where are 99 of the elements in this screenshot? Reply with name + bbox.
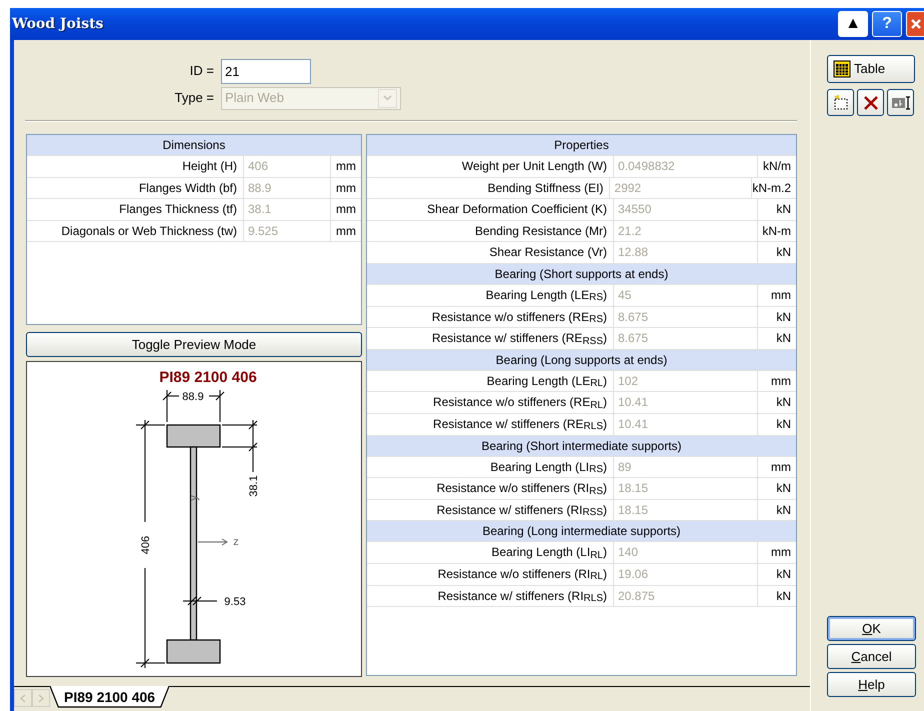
property-value: 38.1 [243,199,331,220]
section-header: Dimensions [27,135,361,156]
dialog-button[interactable]: OK [827,616,916,641]
property-value: 12.88 [613,242,758,263]
unit-label: mm [335,222,357,240]
section-header: Bearing (Long intermediate supports) [367,521,796,542]
property-label: Bearing Length (LE$_{RS}$) [484,286,608,306]
section-header: Bearing (Short intermediate supports) [367,436,796,457]
sheet-tab[interactable]: PI89 2100 406 [50,686,170,708]
section-header: Properties [367,135,796,156]
dimension-label: 406 [140,536,152,554]
unit-label: kN [775,244,792,262]
property-value: 18.15 [613,478,758,499]
delete-button[interactable] [857,89,884,116]
unit-label: mm [335,158,357,175]
property-label: Resistance w/ stiffeners (RI$_{RLS}$) [436,588,608,606]
property-label: Resistance w/o stiffeners (RI$_{RL}$) [436,566,608,584]
unit-label: kN [775,308,792,326]
property-value: 10.41 [613,392,758,413]
property-label: Bearing Length (LE$_{RL}$) [486,372,608,392]
dimension-label: 9.53 [224,596,246,608]
unit-label: kN [775,588,792,604]
property-label: Resistance w/ stiffeners (RI$_{RSS}$) [436,502,608,520]
property-label: Height (H) [181,158,238,175]
unit-label: mm [770,458,792,476]
property-label: Shear Deformation Coefficient (K) [426,201,608,218]
property-value: 8.675 [613,306,758,328]
unit-label: mm [770,372,792,390]
window-title: Wood Joists [12,14,104,34]
property-value: 89 [613,456,758,478]
property-value: 20.875 [613,586,758,606]
unit-label: kN [775,566,792,583]
property-value: 102 [613,370,758,392]
unit-label: mm [770,544,792,562]
dimension-line [182,596,218,606]
id-label: ID = [188,62,215,80]
section-header: Bearing (Long supports at ends) [367,350,796,371]
unit-label: kN [775,480,792,498]
dialog-button[interactable]: Help [827,672,916,697]
property-label: Resistance w/o stiffeners (RE$_{RS}$) [430,308,608,328]
property-value: 8.675 [613,328,758,349]
property-value: 18.15 [613,500,758,520]
property-value: 9.525 [243,220,331,242]
new-item-icon [832,94,850,112]
property-label: Bending Resistance (Mr) [474,222,608,240]
property-label: Resistance w/ stiffeners (RE$_{RSS}$) [430,330,608,349]
unit-label: kN-m.2 [752,180,792,197]
axis-label: z [233,536,239,548]
property-value: 19.06 [613,564,758,584]
property-value: 21.2 [613,220,758,242]
id-field[interactable]: 21 [221,58,311,84]
property-label: Flanges Thickness (tf) [118,201,238,218]
delete-icon [862,94,880,112]
property-value: 45 [613,284,758,306]
property-label: Resistance w/o stiffeners (RI$_{RS}$) [436,480,608,499]
help-button[interactable]: ? [872,11,902,37]
unit-label: kN [775,394,792,412]
unit-label: kN [775,330,792,348]
property-value: 0.0498832 [613,156,758,177]
unit-label: kN [775,416,792,433]
unit-label: mm [770,286,792,304]
up-button[interactable]: ▲ [838,11,868,37]
section-header: Bearing (Short supports at ends) [367,264,796,285]
axis-label: y [188,495,200,501]
dialog-button[interactable]: Cancel [827,644,916,669]
unit-label: kN/m [762,158,792,175]
property-label: Resistance w/o stiffeners (RE$_{RL}$) [432,394,608,413]
property-label: Diagonals or Web Thickness (tw) [60,222,238,240]
table-button[interactable]: Table [827,55,915,83]
dimension-label: 88.9 [182,391,204,403]
close-button[interactable] [906,11,924,37]
property-value: 406 [243,156,331,177]
property-label: Bearing Length (LI$_{RS}$) [489,458,608,478]
toggle-preview-button[interactable]: Toggle Preview Mode [26,332,362,357]
z-axis-arrow [198,538,228,546]
dimension-label: 38.1 [248,475,260,497]
close-icon [908,16,922,31]
property-value: 140 [613,542,758,563]
property-label: Resistance w/ stiffeners (RE$_{RLS}$) [432,416,608,434]
unit-label: kN-m [761,222,792,240]
type-label: Type = [174,89,215,108]
rename-icon [890,94,910,110]
unit-label: mm [335,180,357,197]
unit-label: kN [775,502,792,519]
new-button[interactable] [827,89,854,116]
property-label: Flanges Width (bf) [138,180,238,197]
property-value: 88.9 [243,178,331,198]
property-label: Shear Resistance (Vr) [488,244,608,262]
unit-label: kN [775,201,792,218]
property-value: 2992 [609,178,752,198]
rename-button[interactable] [887,89,914,116]
property-value: 34550 [613,199,758,220]
property-label: Bearing Length (LI$_{RL}$) [490,544,608,563]
unit-label: mm [335,201,357,218]
property-value: 10.41 [613,414,758,435]
property-label: Weight per Unit Length (W) [460,158,608,175]
table-icon [833,60,851,78]
section-title: PI89 2100 406 [159,369,257,386]
property-label: Bending Stiffness (EI) [486,180,604,197]
